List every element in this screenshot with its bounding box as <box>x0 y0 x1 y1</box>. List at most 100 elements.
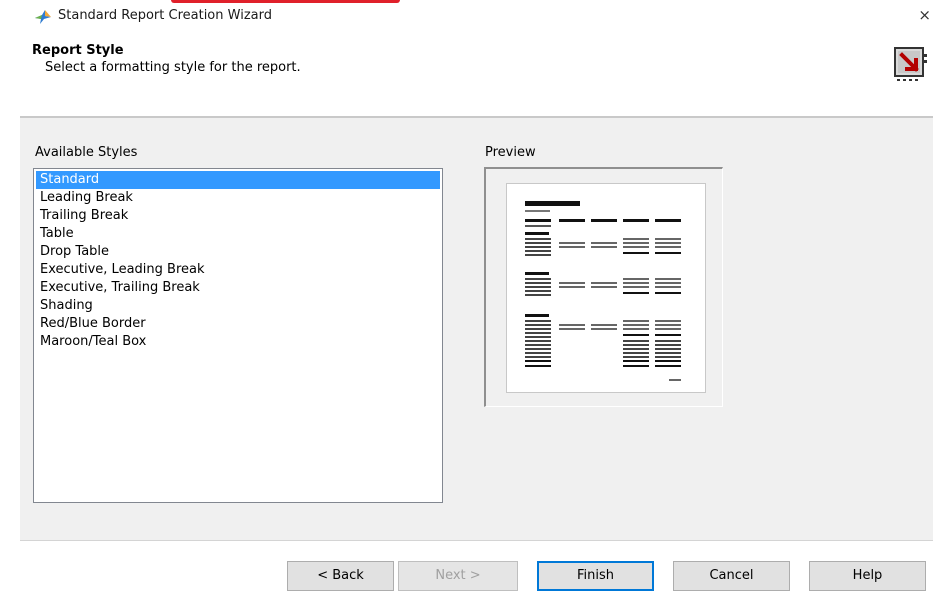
preview-line <box>655 320 681 322</box>
title-accent-strip <box>171 0 400 3</box>
page-subtitle: Select a formatting style for the report… <box>45 60 301 75</box>
preview-line <box>623 292 649 294</box>
preview-line <box>525 324 551 326</box>
style-list-item[interactable]: Trailing Break <box>36 207 440 225</box>
preview-line <box>623 238 649 240</box>
preview-line <box>525 210 550 212</box>
preview-line <box>525 320 551 322</box>
window-title: Standard Report Creation Wizard <box>58 8 272 23</box>
footer-divider <box>20 540 933 541</box>
preview-line <box>623 278 649 280</box>
preview-line <box>655 238 681 240</box>
preview-line <box>655 348 681 350</box>
preview-line <box>623 344 649 346</box>
preview-line <box>655 365 681 367</box>
preview-line <box>655 328 681 330</box>
style-list-item[interactable]: Table <box>36 225 440 243</box>
preview-line <box>655 340 681 342</box>
preview-line <box>525 360 551 362</box>
style-list-item[interactable]: Drop Table <box>36 243 440 261</box>
preview-line <box>525 272 549 275</box>
back-button[interactable]: < Back <box>287 561 394 591</box>
preview-line <box>525 254 551 256</box>
title-bar: Standard Report Creation Wizard × <box>0 0 933 34</box>
preview-line <box>623 286 649 288</box>
cancel-button[interactable]: Cancel <box>673 561 790 591</box>
preview-line <box>525 282 551 284</box>
preview-line <box>623 365 649 367</box>
preview-line <box>591 286 617 288</box>
preview-line <box>525 294 551 296</box>
preview-line <box>655 352 681 354</box>
preview-label: Preview <box>485 145 536 160</box>
style-list-item[interactable]: Shading <box>36 297 440 315</box>
close-icon[interactable]: × <box>918 6 931 24</box>
next-button[interactable]: Next > <box>398 561 518 591</box>
preview-line <box>559 286 585 288</box>
preview-line <box>525 352 551 354</box>
preview-line <box>623 252 649 254</box>
preview-line <box>623 356 649 358</box>
preview-line <box>525 365 551 367</box>
page-title: Report Style <box>32 43 124 58</box>
app-icon <box>35 10 51 24</box>
preview-line <box>525 242 551 244</box>
preview-line <box>559 282 585 284</box>
preview-line <box>655 252 681 254</box>
preview-line <box>559 242 585 244</box>
preview-line <box>591 282 617 284</box>
preview-line <box>655 324 681 326</box>
preview-line <box>623 352 649 354</box>
preview-line <box>655 282 681 284</box>
help-button[interactable]: Help <box>809 561 926 591</box>
preview-line <box>591 328 617 330</box>
preview-line <box>655 219 681 222</box>
style-list-item[interactable]: Executive, Leading Break <box>36 261 440 279</box>
preview-line <box>525 286 551 288</box>
preview-line <box>525 340 551 342</box>
style-list-item[interactable]: Standard <box>36 171 440 189</box>
preview-line <box>525 348 551 350</box>
preview-line <box>525 336 551 338</box>
preview-line <box>655 242 681 244</box>
preview-line <box>623 324 649 326</box>
preview-line <box>525 219 551 222</box>
preview-line <box>525 328 551 330</box>
preview-line <box>623 320 649 322</box>
style-list-item[interactable]: Executive, Trailing Break <box>36 279 440 297</box>
preview-line <box>655 356 681 358</box>
preview-line <box>655 278 681 280</box>
wizard-window: Standard Report Creation Wizard × Report… <box>0 0 933 597</box>
available-styles-listbox[interactable]: Standard Leading Break Trailing Break Table… <box>33 168 443 503</box>
preview-line <box>525 332 551 334</box>
finish-button[interactable]: Finish <box>537 561 654 591</box>
style-list-item[interactable]: Leading Break <box>36 189 440 207</box>
preview-line <box>525 238 551 240</box>
preview-line <box>655 360 681 362</box>
style-list-item[interactable]: Red/Blue Border <box>36 315 440 333</box>
preview-line <box>669 379 681 381</box>
style-list-item[interactable]: Maroon/Teal Box <box>36 333 440 351</box>
preview-line <box>623 340 649 342</box>
preview-line <box>525 250 551 252</box>
preview-line <box>623 282 649 284</box>
preview-line <box>525 290 551 292</box>
preview-line <box>623 348 649 350</box>
preview-line <box>623 360 649 362</box>
preview-line <box>525 225 551 227</box>
preview-line <box>525 246 551 248</box>
preview-page <box>506 183 706 393</box>
preview-line <box>525 232 549 235</box>
preview-line <box>655 286 681 288</box>
preview-line <box>559 324 585 326</box>
preview-line <box>591 242 617 244</box>
report-wizard-icon <box>894 47 927 81</box>
preview-line <box>623 334 649 336</box>
preview-line <box>655 344 681 346</box>
preview-line <box>623 328 649 330</box>
preview-line <box>559 328 585 330</box>
preview-line <box>525 201 580 206</box>
preview-line <box>559 246 585 248</box>
preview-line <box>623 242 649 244</box>
preview-line <box>591 246 617 248</box>
